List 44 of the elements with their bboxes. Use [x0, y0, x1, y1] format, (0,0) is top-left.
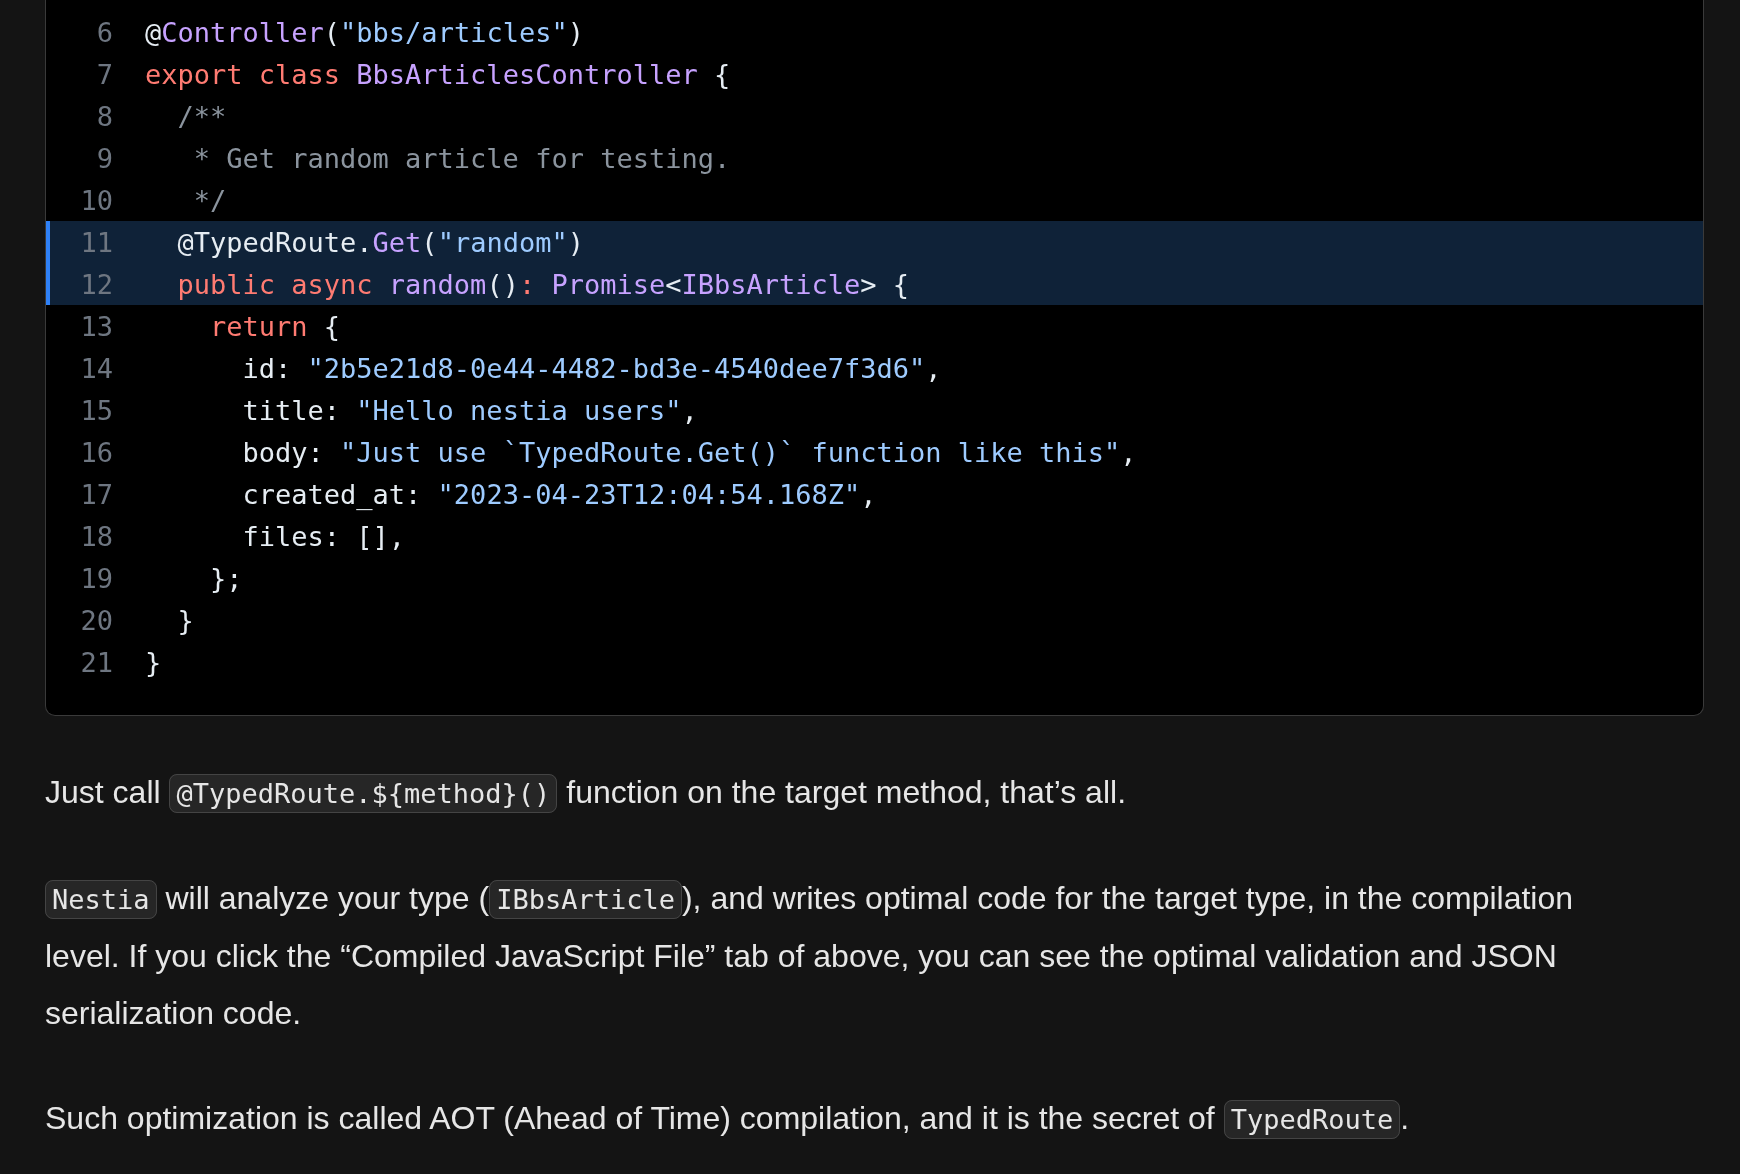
- code-text: id: "2b5e21d8-0e44-4482-bd3e-4540dee7f3d6",: [241, 352, 942, 384]
- paragraph-text: .: [1400, 1100, 1410, 1136]
- line-number: 12: [79, 268, 113, 300]
- code-text: export class BbsArticlesController {: [145, 58, 731, 90]
- code-text: /**: [176, 100, 227, 132]
- line-number: 15: [79, 394, 113, 426]
- line-number: 6: [95, 16, 113, 48]
- code-text: @Controller("bbs/articles"): [145, 16, 584, 48]
- paragraph-text: function on the target method, that’s all.: [565, 774, 1126, 810]
- line-number: 17: [79, 478, 113, 510]
- code-text: @TypedRoute.Get("random"): [176, 226, 584, 258]
- line-number: 8: [95, 100, 113, 132]
- paragraph-text: Just call: [45, 774, 162, 810]
- code-text: title: "Hello nestia users",: [241, 394, 698, 426]
- code-text: }: [145, 646, 162, 678]
- code-text: * Get random article for testing.: [192, 142, 731, 174]
- line-number: 9: [95, 142, 113, 174]
- code-text: }: [176, 604, 194, 636]
- line-number: 16: [79, 436, 113, 468]
- line-number: 18: [79, 520, 113, 552]
- inline-code: Nestia: [45, 880, 157, 919]
- paragraph-text: Such optimization is called AOT (Ahead of Time) compilation, and it is the secret of: [45, 1100, 1216, 1136]
- paragraph-text: serialization code.: [45, 994, 302, 1033]
- code-text: created_at: "2023-04-23T12:04:54.168Z",: [241, 478, 877, 510]
- line-number: 14: [79, 352, 113, 384]
- paragraph-text: level. If you click the “Compiled JavaScript File” tab of above, you can see the optimal validation and JSON: [45, 937, 1557, 976]
- code-text: body: "Just use `TypedRoute.Get()` function like this",: [241, 436, 1137, 468]
- line-number: 20: [79, 604, 113, 636]
- line-number: 13: [79, 310, 113, 342]
- line-number: 21: [79, 646, 113, 678]
- code-text: return {: [209, 310, 341, 342]
- line-number: 7: [95, 58, 113, 90]
- line-number: 10: [79, 184, 113, 216]
- line-number: 11: [79, 226, 113, 258]
- inline-code: IBbsArticle: [489, 880, 682, 919]
- inline-code: TypedRoute: [1223, 1100, 1401, 1139]
- code-text: public async random(): Promise<IBbsArticle> {: [176, 268, 910, 300]
- code-text: };: [209, 562, 243, 594]
- line-number: 19: [79, 562, 113, 594]
- paragraph-text: ), and writes optimal code for the target type, in the compilation: [681, 880, 1574, 916]
- code-text: */: [192, 184, 227, 216]
- paragraph-text: will analyze your type (: [164, 880, 490, 916]
- inline-code: @TypedRoute.${method}(): [169, 774, 558, 813]
- code-text: files: [],: [241, 520, 406, 552]
